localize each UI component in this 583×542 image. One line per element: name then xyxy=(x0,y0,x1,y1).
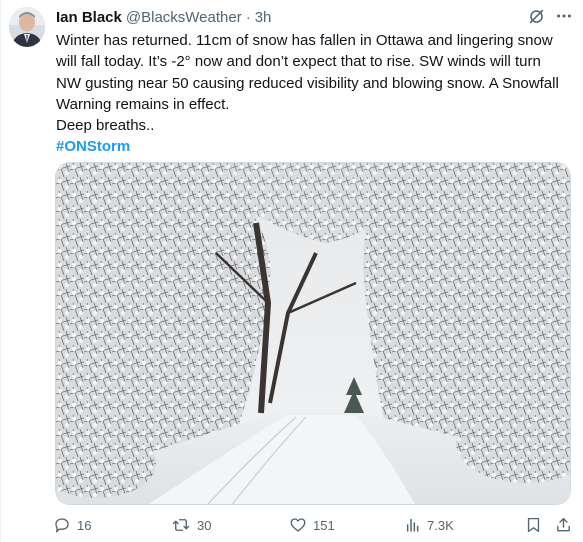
like-button[interactable]: 151 xyxy=(289,516,335,534)
tweet-actions: 16 30 151 7.3K xyxy=(53,516,573,540)
views-count: 7.3K xyxy=(427,517,454,533)
tweet-text-line: will fall today. It’s -2° now and don’t … xyxy=(56,53,541,71)
bookmark-icon xyxy=(527,517,540,533)
avatar[interactable] xyxy=(9,7,45,47)
repost-button[interactable]: 30 xyxy=(171,516,211,534)
bookmark-button[interactable] xyxy=(525,516,542,534)
tweet-time[interactable]: 3h xyxy=(255,8,272,28)
share-button[interactable] xyxy=(555,516,572,534)
share-icon xyxy=(557,517,570,532)
like-count: 151 xyxy=(313,517,335,533)
tweet-text-line: Winter has returned. 11cm of snow has fa… xyxy=(56,32,553,49)
tweet-text: Winter has returned. 11cm of snow has fa… xyxy=(56,30,566,158)
tweet-card[interactable]: Ian Black @BlacksWeather · 3h Winter has… xyxy=(0,0,583,542)
tweet-photo[interactable] xyxy=(55,162,571,505)
snowy-path-photo xyxy=(56,163,570,504)
views-chart-icon xyxy=(406,518,419,532)
author-handle[interactable]: @BlacksWeather xyxy=(126,8,242,28)
tweet-text-line: Deep breaths.. xyxy=(56,117,155,135)
tweet-top-actions xyxy=(528,7,573,25)
reply-count: 16 xyxy=(77,517,92,533)
author-name[interactable]: Ian Black xyxy=(56,8,122,28)
repost-count: 30 xyxy=(197,517,212,533)
reply-button[interactable]: 16 xyxy=(53,516,91,534)
repost-icon xyxy=(172,519,190,531)
heart-icon xyxy=(290,518,306,532)
tweet-header: Ian Black @BlacksWeather · 3h xyxy=(56,8,543,28)
more-dots-icon[interactable] xyxy=(555,7,573,25)
views-button[interactable]: 7.3K xyxy=(405,516,454,534)
tweet-text-line: Warning remains in effect. xyxy=(56,95,230,113)
header-separator: · xyxy=(245,9,251,26)
tweet-text-line: NW gusting near 50 causing reduced visib… xyxy=(56,74,559,92)
hashtag-link[interactable]: #ONStorm xyxy=(56,138,130,155)
avatar-photo xyxy=(9,7,45,47)
reply-icon xyxy=(55,518,69,534)
grok-icon[interactable] xyxy=(528,8,545,25)
